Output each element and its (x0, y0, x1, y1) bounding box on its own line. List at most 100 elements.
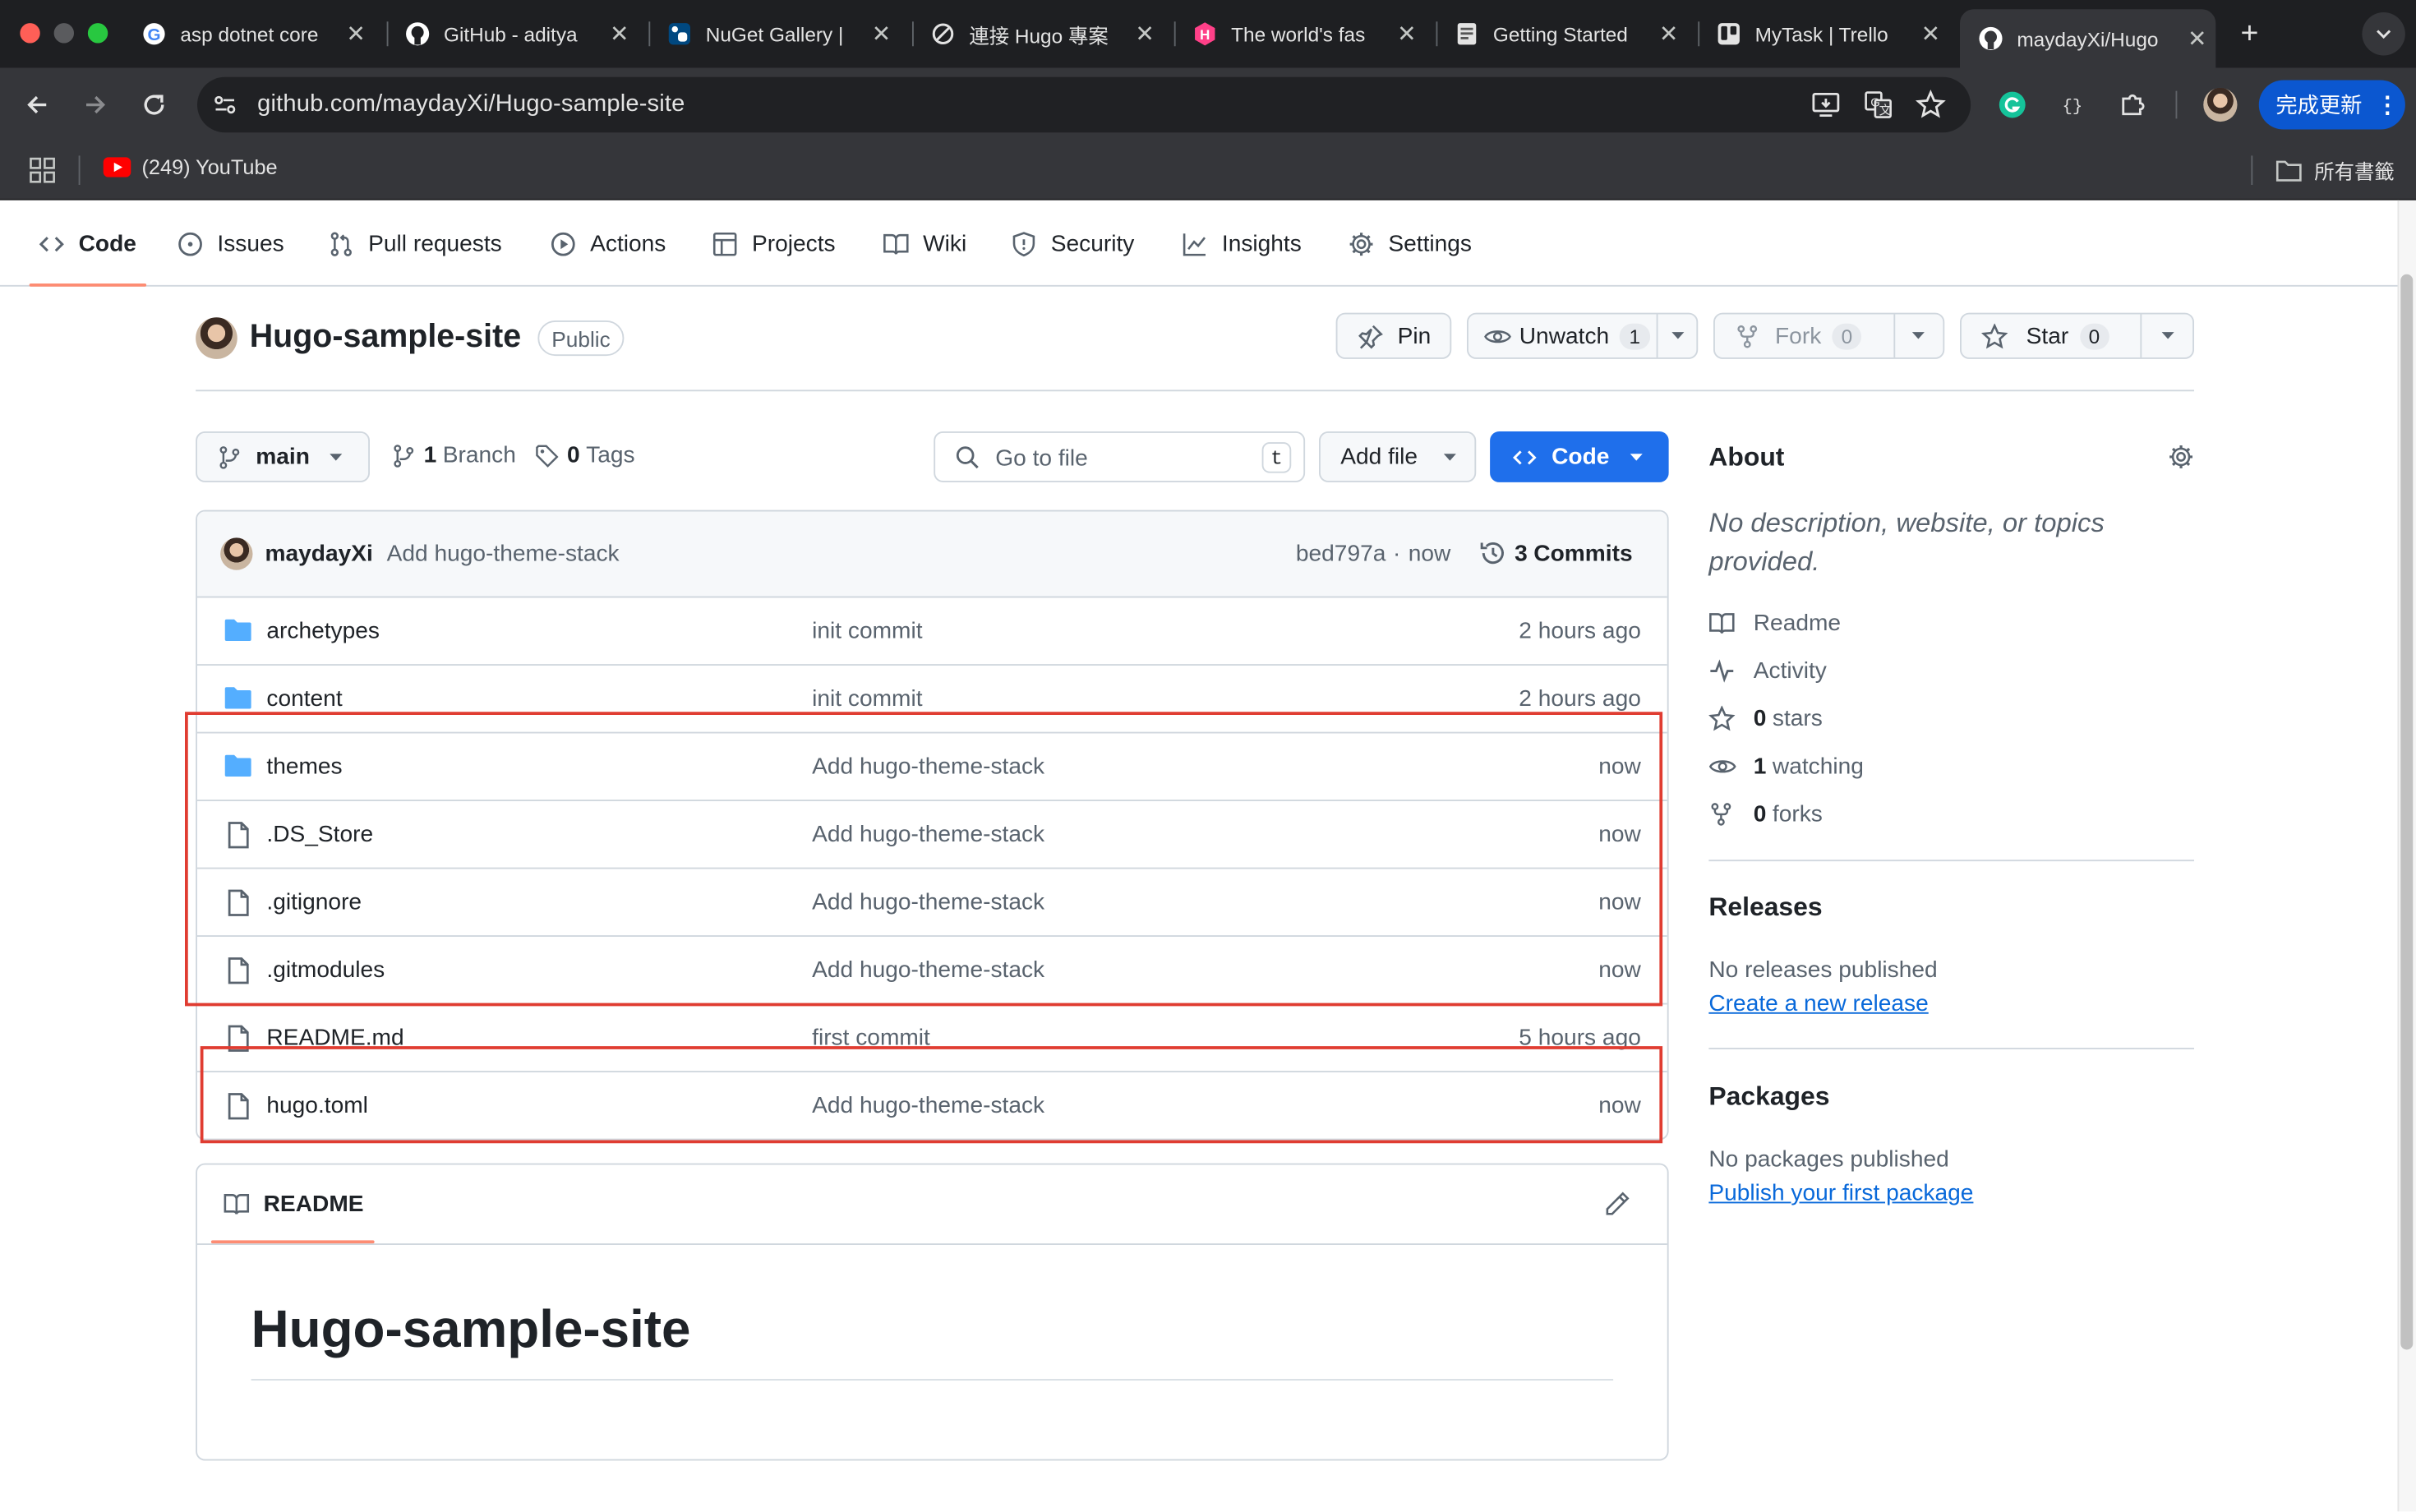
reload-button[interactable] (136, 86, 173, 123)
tab-issues[interactable]: Issues (178, 201, 284, 287)
activity-link[interactable]: Activity (1708, 658, 1827, 685)
back-button[interactable] (19, 86, 56, 123)
browser-tab[interactable]: Getting Started ✕ (1436, 9, 1688, 58)
branch-select[interactable]: main (196, 431, 370, 482)
update-button[interactable]: 完成更新 ⋮ (2258, 80, 2405, 130)
browser-tab[interactable]: G asp dotnet core ✕ (123, 9, 375, 58)
readme-tab-underline (210, 1240, 375, 1244)
site-info-icon[interactable] (211, 91, 239, 119)
puzzle-icon[interactable] (2117, 90, 2148, 121)
tab-actions[interactable]: Actions (550, 201, 666, 287)
watching-link[interactable]: 1 watching (1708, 754, 1864, 780)
branch-icon (217, 445, 242, 469)
file-row[interactable]: archetypes init commit 2 hours ago (197, 596, 1667, 665)
pin-button[interactable]: Pin (1335, 312, 1452, 359)
browser-tab[interactable]: MyTask | Trello ✕ (1698, 9, 1949, 58)
commit-message[interactable]: Add hugo-theme-stack (387, 541, 620, 567)
tab-insights[interactable]: Insights (1182, 201, 1302, 287)
close-tab-icon[interactable]: ✕ (1127, 20, 1164, 48)
readme-tab[interactable]: README (224, 1191, 364, 1217)
commit-time: now (1408, 541, 1451, 567)
bookmark-star-icon[interactable] (1915, 89, 1947, 121)
releases-title[interactable]: Releases (1708, 892, 1822, 924)
readme-heading-rule (251, 1379, 1614, 1381)
forks-link[interactable]: 0 forks (1708, 801, 1823, 827)
all-bookmarks[interactable]: 所有書籤 (2275, 155, 2395, 185)
new-tab-button[interactable]: + (2231, 16, 2268, 53)
close-tab-icon[interactable]: ✕ (338, 20, 375, 48)
packages-title[interactable]: Packages (1708, 1081, 1829, 1113)
doc-icon (1455, 21, 1479, 46)
close-tab-icon[interactable]: ✕ (2179, 25, 2215, 53)
close-tab-icon[interactable]: ✕ (1650, 20, 1687, 48)
close-tab-icon[interactable]: ✕ (863, 20, 900, 48)
latest-commit-bar: maydayXi Add hugo-theme-stack bed797a · … (197, 511, 1667, 598)
tags-link[interactable]: 0 Tags (535, 442, 635, 468)
extension-icon[interactable]: {} (2057, 90, 2088, 121)
add-file-button[interactable]: Add file (1319, 431, 1477, 482)
branch-icon (391, 443, 416, 468)
grammarly-icon[interactable] (1997, 90, 2028, 121)
scrollbar-thumb[interactable] (2400, 274, 2414, 1350)
fork-icon (1708, 801, 1735, 827)
browser-tab[interactable]: GitHub - aditya ✕ (387, 9, 639, 58)
repo-title[interactable]: Hugo-sample-site (250, 319, 521, 356)
go-to-file-input[interactable]: Go to file t (934, 431, 1306, 482)
commit-author[interactable]: maydayXi (265, 541, 373, 567)
star-button[interactable]: Star 0 (1960, 312, 2194, 359)
file-name[interactable]: content (266, 685, 342, 712)
browser-tab[interactable]: NuGet Gallery | ✕ (648, 9, 900, 58)
book-icon (1708, 611, 1735, 637)
install-app-icon[interactable] (1810, 90, 1842, 121)
translate-icon[interactable]: G文 (1863, 90, 1894, 121)
tab-pull-requests[interactable]: Pull requests (328, 201, 502, 287)
publish-package-link[interactable]: Publish your first package (1708, 1180, 1973, 1206)
browser-tab[interactable]: H The world's fas ✕ (1174, 9, 1426, 58)
tab-security[interactable]: Security (1011, 201, 1134, 287)
window-controls (20, 23, 108, 44)
file-commit-message[interactable]: init commit (812, 618, 922, 644)
close-tab-icon[interactable]: ✕ (601, 20, 638, 48)
browser-tab-active[interactable]: maydayXi/Hugo ✕ (1960, 9, 2216, 68)
profile-avatar[interactable] (2203, 87, 2238, 122)
file-commit-message[interactable]: init commit (812, 685, 922, 712)
readme-link[interactable]: Readme (1708, 611, 1841, 637)
edit-pencil-icon[interactable] (1604, 1191, 1630, 1217)
annotation-highlight-box (200, 1046, 1663, 1144)
close-tab-icon[interactable]: ✕ (1912, 20, 1949, 48)
tab-wiki[interactable]: Wiki (883, 201, 966, 287)
apps-grid-icon[interactable] (30, 157, 56, 183)
commit-hash[interactable]: bed797a (1296, 541, 1386, 567)
commits-link[interactable]: 3 Commits (1479, 539, 1633, 567)
tab-code[interactable]: Code (29, 201, 145, 287)
author-avatar[interactable] (220, 537, 253, 570)
tab-settings[interactable]: Settings (1349, 201, 1472, 287)
close-tab-icon[interactable]: ✕ (1388, 20, 1425, 48)
create-release-link[interactable]: Create a new release (1708, 991, 1928, 1017)
branches-link[interactable]: 1 Branch (391, 442, 516, 468)
forward-button[interactable] (77, 86, 114, 123)
tab-search-button[interactable] (2362, 12, 2405, 56)
fork-button[interactable]: Fork 0 (1713, 312, 1945, 359)
file-name[interactable]: archetypes (266, 618, 380, 644)
browser-tab[interactable]: 連接 Hugo 專案 ✕ (912, 9, 1164, 58)
caret-down-icon (1629, 453, 1644, 462)
close-window-button[interactable] (20, 23, 40, 44)
url-text[interactable]: github.com/maydayXi/Hugo-sample-site (257, 91, 685, 119)
gear-icon[interactable] (2168, 444, 2194, 470)
caret-down-icon (1911, 331, 1926, 340)
arrow-left-icon (27, 95, 47, 114)
minimize-window-button[interactable] (53, 23, 74, 44)
unwatch-button[interactable]: Unwatch 1 (1467, 312, 1699, 359)
bookmark-youtube[interactable]: (249) YouTube (103, 155, 278, 179)
zoom-window-button[interactable] (87, 23, 108, 44)
owner-avatar[interactable] (196, 317, 237, 359)
more-vert-icon: ⋮ (2376, 92, 2400, 119)
trello-icon (1717, 21, 1741, 46)
readme-heading: Hugo-sample-site (251, 1300, 691, 1359)
code-dropdown-button[interactable]: Code (1490, 431, 1669, 482)
svg-text:G: G (147, 25, 160, 44)
stars-link[interactable]: 0 stars (1708, 705, 1823, 732)
tab-projects[interactable]: Projects (712, 201, 836, 287)
nuget-icon (667, 21, 692, 46)
